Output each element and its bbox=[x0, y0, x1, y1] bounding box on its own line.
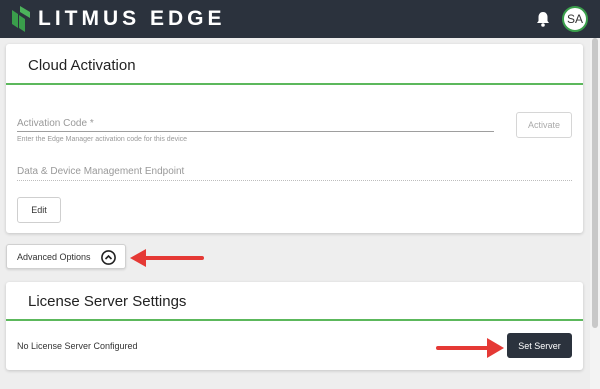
scrollbar-thumb[interactable] bbox=[592, 38, 598, 328]
brand-name: LITMUS EDGE bbox=[38, 7, 226, 30]
top-bar: LITMUS EDGE SA bbox=[0, 0, 600, 38]
section-divider bbox=[6, 83, 583, 85]
scrollbar[interactable] bbox=[590, 38, 600, 389]
activate-button[interactable]: Activate bbox=[516, 112, 572, 138]
endpoint-label: Data & Device Management Endpoint bbox=[17, 166, 185, 177]
section-divider bbox=[6, 319, 583, 321]
activation-code-input[interactable] bbox=[17, 131, 494, 132]
chevron-up-circle-icon bbox=[101, 250, 116, 265]
license-server-title: License Server Settings bbox=[28, 293, 187, 310]
advanced-options-button[interactable]: Advanced Options bbox=[6, 244, 126, 269]
advanced-options-label: Advanced Options bbox=[17, 252, 91, 262]
annotation-arrow-set-server bbox=[436, 338, 504, 358]
litmus-logo-icon bbox=[12, 6, 30, 32]
activation-code-label: Activation Code * bbox=[17, 118, 94, 129]
cloud-activation-card: Cloud Activation Activation Code * Enter… bbox=[6, 44, 583, 233]
set-server-button[interactable]: Set Server bbox=[507, 333, 572, 358]
activation-code-helper: Enter the Edge Manager activation code f… bbox=[17, 136, 188, 143]
license-server-status: No License Server Configured bbox=[17, 341, 138, 351]
cloud-activation-title: Cloud Activation bbox=[28, 57, 136, 74]
edit-button[interactable]: Edit bbox=[17, 197, 61, 223]
avatar[interactable]: SA bbox=[562, 6, 588, 32]
annotation-arrow-advanced bbox=[130, 249, 204, 267]
endpoint-field bbox=[17, 180, 572, 181]
bell-icon[interactable] bbox=[536, 11, 550, 27]
